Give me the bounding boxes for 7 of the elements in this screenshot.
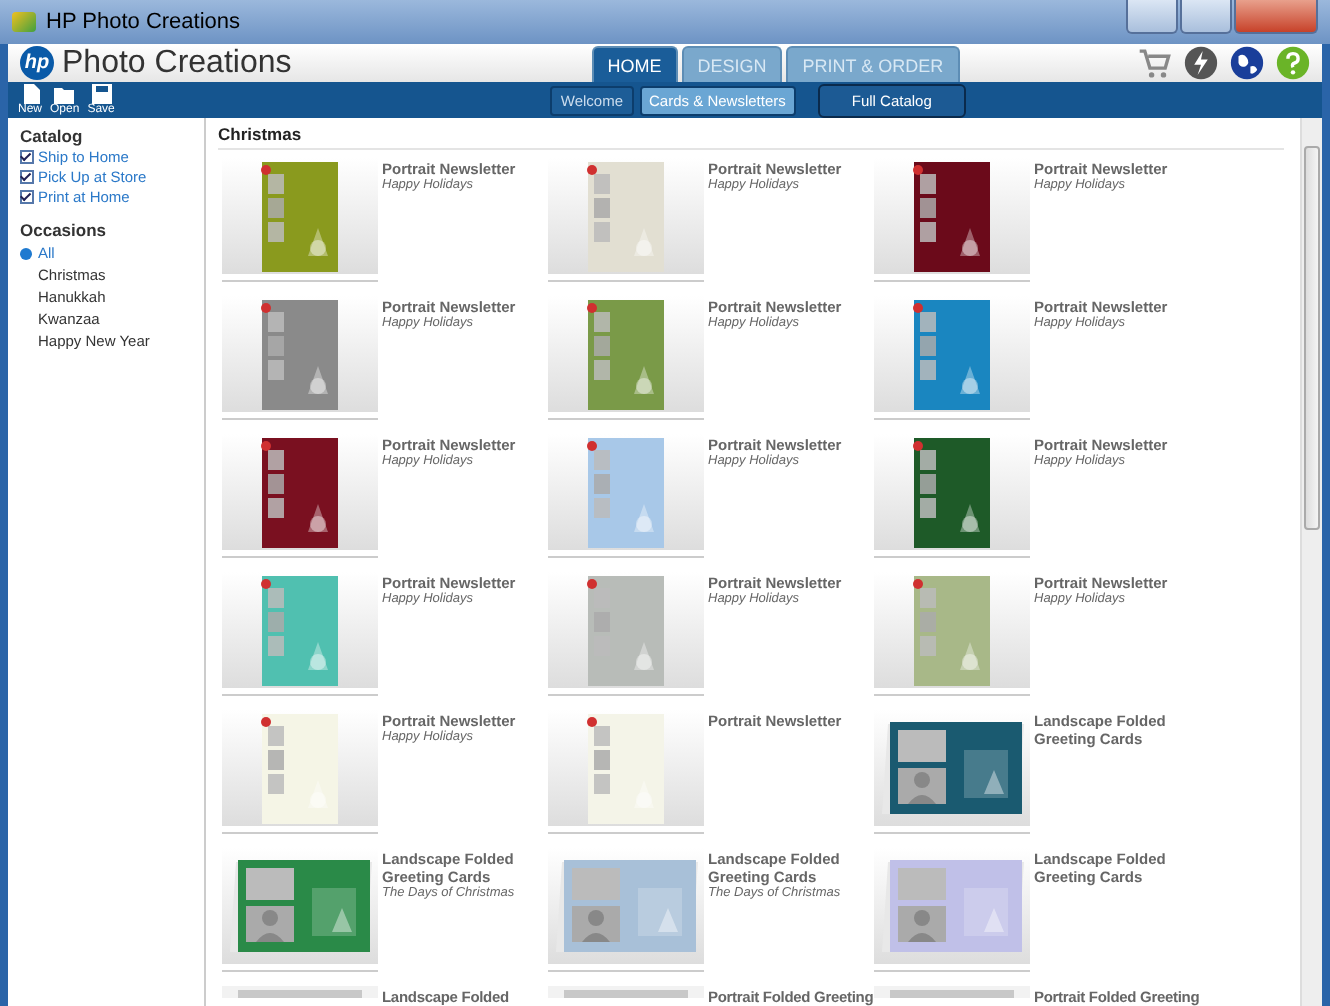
window-title: HP Photo Creations bbox=[46, 10, 243, 34]
section-heading: Catalog bbox=[20, 126, 85, 146]
section-heading: Occasions bbox=[20, 220, 108, 240]
app-name: Photo Creations bbox=[62, 45, 292, 81]
nav-tab[interactable]: HOME bbox=[591, 46, 678, 82]
category-heading: Christmas bbox=[218, 124, 1284, 150]
hp-logo: hp bbox=[20, 46, 54, 80]
